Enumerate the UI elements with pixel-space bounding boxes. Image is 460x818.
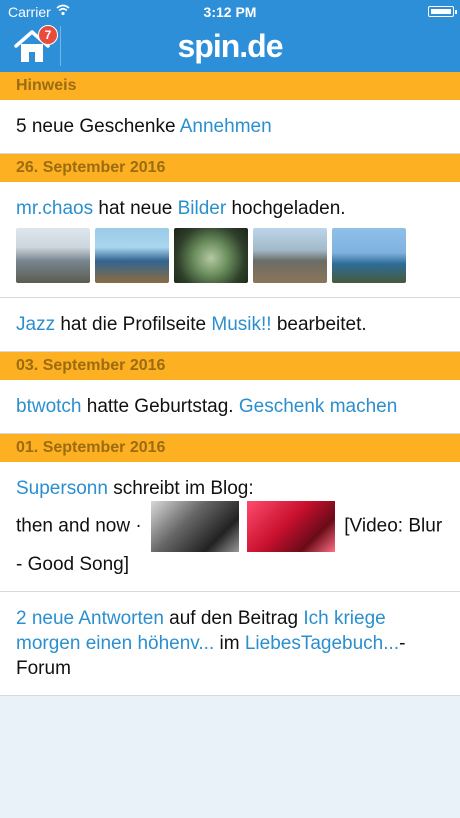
photo-thumbnail[interactable] — [174, 228, 248, 283]
list-item: 2 neue Antworten auf den Beitrag Ich kri… — [0, 592, 460, 696]
list-item: Supersonn schreibt im Blog: then and now… — [0, 462, 460, 592]
user-link[interactable]: Supersonn — [16, 478, 108, 499]
activity-text: hochgeladen. — [231, 198, 346, 219]
profile-page-link[interactable]: Musik!! — [211, 314, 271, 335]
list-item: mr.chaos hat neue Bilder hochgeladen. — [0, 182, 460, 298]
photo-thumbnail[interactable] — [332, 228, 406, 283]
photo-thumbnails — [16, 228, 444, 283]
user-link[interactable]: Jazz — [16, 314, 55, 335]
notice-row: 5 neue Geschenke Annehmen — [0, 100, 460, 154]
section-header-date: 26. September 2016 — [0, 154, 460, 182]
notice-text: 5 neue Geschenke — [16, 116, 176, 137]
list-item: Jazz hat die Profilseite Musik!! bearbei… — [0, 298, 460, 352]
activity-text: im — [219, 633, 240, 654]
section-header-hinweis: Hinweis — [0, 72, 460, 100]
user-link[interactable]: mr.chaos — [16, 198, 93, 219]
app-header: Carrier 3:12 PM 7 spin.de — [0, 0, 460, 72]
photo-thumbnail[interactable] — [95, 228, 169, 283]
forum-link[interactable]: LiebesTagebuch... — [245, 633, 399, 654]
blog-title: then and now · — [16, 515, 142, 537]
battery-icon — [428, 6, 457, 17]
activity-text: auf den Beitrag — [169, 608, 299, 629]
user-link[interactable]: btwotch — [16, 396, 81, 417]
list-item: btwotch hatte Geburtstag. Geschenk mache… — [0, 380, 460, 434]
accept-gifts-link[interactable]: Annehmen — [180, 116, 272, 137]
blog-image[interactable] — [150, 501, 239, 552]
status-bar: Carrier 3:12 PM — [0, 0, 460, 24]
section-header-date: 03. September 2016 — [0, 352, 460, 380]
activity-text: hat neue — [98, 198, 173, 219]
pictures-link[interactable]: Bilder — [178, 198, 227, 219]
photo-thumbnail[interactable] — [253, 228, 327, 283]
activity-feed: Hinweis 5 neue Geschenke Annehmen 26. Se… — [0, 72, 460, 696]
app-logo: spin.de — [177, 28, 283, 64]
photo-thumbnail[interactable] — [16, 228, 90, 283]
status-time: 3:12 PM — [203, 4, 257, 20]
activity-text: schreibt im Blog: — [113, 478, 254, 499]
section-header-date: 01. September 2016 — [0, 434, 460, 462]
new-answers-link[interactable]: 2 neue Antworten — [16, 608, 164, 629]
activity-text: bearbeitet. — [276, 314, 367, 335]
activity-text: hat die Profilseite — [60, 314, 207, 335]
give-gift-link[interactable]: Geschenk machen — [239, 396, 397, 417]
blog-image[interactable] — [246, 501, 335, 552]
activity-text: hatte Geburtstag. — [86, 396, 234, 417]
